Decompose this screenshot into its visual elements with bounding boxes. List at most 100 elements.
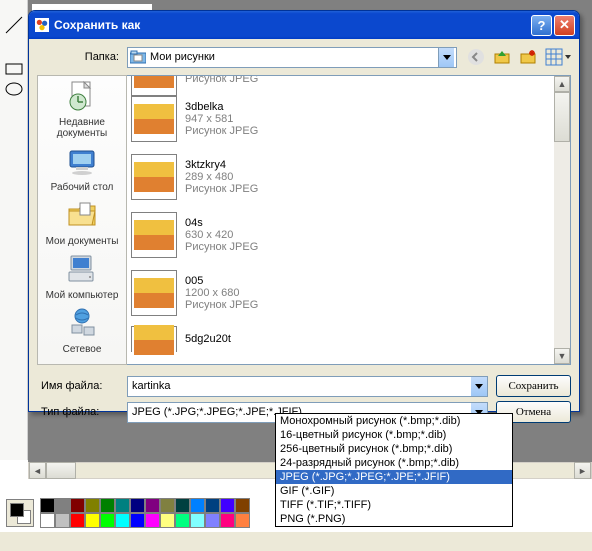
color-swatch[interactable] — [130, 513, 145, 528]
color-swatch[interactable] — [55, 513, 70, 528]
color-swatch[interactable] — [160, 498, 175, 513]
file-item[interactable]: 04s 630 x 420 Рисунок JPEG — [127, 206, 554, 264]
filetype-option[interactable]: PNG (*.PNG) — [276, 512, 512, 526]
view-menu-button[interactable] — [545, 48, 571, 66]
filetype-option[interactable]: TIFF (*.TIF;*.TIFF) — [276, 498, 512, 512]
place-network[interactable]: Сетевое — [42, 305, 122, 357]
file-item[interactable]: 3dbelka 947 x 581 Рисунок JPEG — [127, 90, 554, 148]
computer-icon — [66, 253, 98, 285]
up-folder-icon[interactable] — [493, 48, 511, 66]
tool-rect[interactable] — [3, 58, 25, 80]
close-button[interactable]: ✕ — [554, 15, 575, 36]
scroll-thumb[interactable] — [46, 462, 76, 479]
color-swatch[interactable] — [70, 498, 85, 513]
filename-input[interactable]: kartinka — [127, 376, 488, 397]
color-swatch[interactable] — [235, 513, 250, 528]
color-swatch[interactable] — [85, 513, 100, 528]
titlebar[interactable]: Сохранить как ? ✕ — [29, 11, 579, 39]
color-swatch[interactable] — [205, 498, 220, 513]
desktop-icon — [66, 145, 98, 177]
folder-select[interactable]: Мои рисунки — [127, 47, 457, 68]
color-swatch[interactable] — [40, 513, 55, 528]
fg-color-swatch[interactable] — [10, 503, 24, 517]
scroll-right-button[interactable]: ► — [574, 462, 591, 479]
color-swatch[interactable] — [190, 498, 205, 513]
file-item[interactable]: 005 1200 x 680 Рисунок JPEG — [127, 264, 554, 322]
file-item[interactable]: 1280 x 1024 Рисунок JPEG — [127, 75, 554, 90]
mydocs-icon — [66, 199, 98, 231]
filetype-option[interactable]: 24-разрядный рисунок (*.bmp;*.dib) — [276, 456, 512, 470]
color-swatch[interactable] — [115, 498, 130, 513]
color-swatch[interactable] — [145, 498, 160, 513]
color-swatch[interactable] — [85, 498, 100, 513]
file-item[interactable]: 3ktzkry4 289 x 480 Рисунок JPEG — [127, 148, 554, 206]
color-swatch[interactable] — [100, 513, 115, 528]
place-mycomputer[interactable]: Мой компьютер — [42, 251, 122, 303]
color-swatch[interactable] — [190, 513, 205, 528]
filetype-option[interactable]: 256-цветный рисунок (*.bmp;*.dib) — [276, 442, 512, 456]
folder-icon — [130, 50, 146, 64]
color-swatch[interactable] — [235, 498, 250, 513]
color-swatch[interactable] — [40, 498, 55, 513]
color-swatch[interactable] — [70, 513, 85, 528]
color-swatch[interactable] — [100, 498, 115, 513]
place-mydocs[interactable]: Мои документы — [42, 197, 122, 249]
status-bar — [0, 531, 592, 551]
file-info: 1280 x 1024 Рисунок JPEG — [185, 75, 258, 85]
app-icon — [35, 18, 49, 32]
filename-dropdown-btn[interactable] — [471, 377, 487, 396]
place-recent[interactable]: Недавние документы — [42, 78, 122, 141]
color-swatch[interactable] — [160, 513, 175, 528]
save-button[interactable]: Сохранить — [496, 375, 571, 397]
color-swatch[interactable] — [115, 513, 130, 528]
file-info: 005 1200 x 680 Рисунок JPEG — [185, 275, 258, 311]
file-info: 04s 630 x 420 Рисунок JPEG — [185, 217, 258, 253]
color-swatch[interactable] — [220, 513, 235, 528]
color-swatch[interactable] — [175, 513, 190, 528]
new-folder-icon[interactable] — [519, 48, 537, 66]
scroll-down-button[interactable]: ▼ — [554, 348, 570, 364]
folder-dropdown-btn[interactable] — [438, 48, 454, 67]
color-swatch[interactable] — [175, 498, 190, 513]
recent-docs-icon — [66, 80, 98, 112]
file-thumbnail — [131, 270, 177, 316]
scroll-left-button[interactable]: ◄ — [29, 462, 46, 479]
tool-panel — [0, 0, 28, 460]
filename-value: kartinka — [128, 380, 471, 392]
filetype-option[interactable]: Монохромный рисунок (*.bmp;*.dib) — [276, 414, 512, 428]
file-thumbnail — [131, 326, 177, 352]
scroll-vthumb[interactable] — [554, 92, 570, 142]
current-colors[interactable] — [6, 499, 34, 527]
scroll-up-button[interactable]: ▲ — [554, 76, 570, 92]
file-info: 3ktzkry4 289 x 480 Рисунок JPEG — [185, 159, 258, 195]
dialog-title: Сохранить как — [54, 18, 140, 32]
filetype-option[interactable]: 16-цветный рисунок (*.bmp;*.dib) — [276, 428, 512, 442]
back-icon[interactable] — [467, 48, 485, 66]
file-thumbnail — [131, 75, 177, 96]
color-swatch[interactable] — [145, 513, 160, 528]
view-icon — [545, 48, 563, 66]
filetype-option[interactable]: JPEG (*.JPG;*.JPEG;*.JPE;*.JFIF) — [276, 470, 512, 484]
file-info: 5dg2u20t — [185, 333, 231, 345]
file-list[interactable]: 1280 x 1024 Рисунок JPEG 3dbelka 947 x 5… — [127, 75, 571, 365]
tool-line[interactable] — [3, 14, 25, 36]
color-palette — [40, 498, 250, 528]
filetype-option[interactable]: GIF (*.GIF) — [276, 484, 512, 498]
file-thumbnail — [131, 96, 177, 142]
file-vscrollbar[interactable]: ▲ ▼ — [554, 76, 570, 364]
filetype-dropdown[interactable]: Монохромный рисунок (*.bmp;*.dib)16-цвет… — [275, 413, 513, 527]
color-swatch[interactable] — [205, 513, 220, 528]
filetype-label: Тип файла: — [37, 406, 127, 418]
folder-label: Папка: — [37, 51, 127, 63]
network-icon — [66, 307, 98, 339]
filename-label: Имя файла: — [37, 380, 127, 392]
file-item[interactable]: 5dg2u20t — [127, 322, 554, 356]
color-swatch[interactable] — [220, 498, 235, 513]
place-desktop[interactable]: Рабочий стол — [42, 143, 122, 195]
color-swatch[interactable] — [130, 498, 145, 513]
help-button[interactable]: ? — [531, 15, 552, 36]
folder-value: Мои рисунки — [150, 51, 438, 63]
color-swatch[interactable] — [55, 498, 70, 513]
file-info: 3dbelka 947 x 581 Рисунок JPEG — [185, 101, 258, 137]
tool-ellipse[interactable] — [3, 78, 25, 100]
